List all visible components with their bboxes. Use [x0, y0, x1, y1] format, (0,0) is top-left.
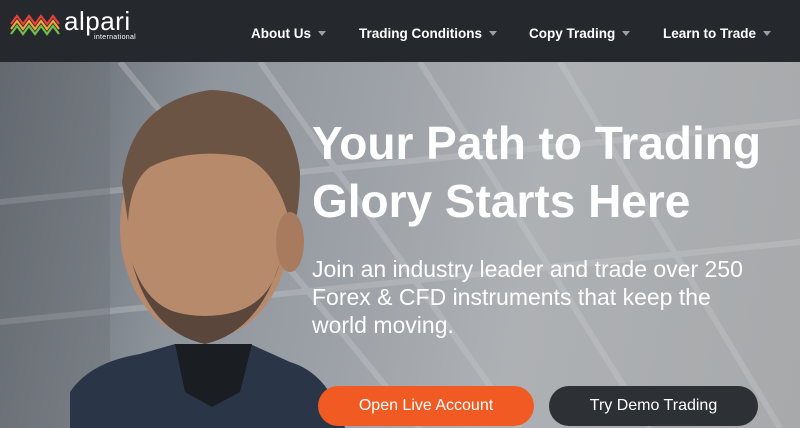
- logo-text: alpari international: [64, 8, 136, 42]
- chevron-down-icon: [763, 31, 772, 36]
- try-demo-trading-button[interactable]: Try Demo Trading: [549, 386, 758, 426]
- headline-line: Glory Starts Here: [312, 175, 691, 227]
- subtext-line: world moving.: [312, 312, 454, 338]
- headline-line: Your Path to Trading: [312, 117, 761, 169]
- nav-item-copy-trading[interactable]: Copy Trading: [529, 26, 631, 41]
- chevron-down-icon: [489, 31, 497, 36]
- open-live-account-button[interactable]: Open Live Account: [318, 386, 534, 426]
- alpari-waves-logo-icon: [10, 14, 60, 36]
- chevron-down-icon: [622, 31, 631, 36]
- logo-wordmark: alpari: [64, 6, 131, 36]
- top-header: alpari international About Us Trading Co…: [0, 0, 800, 62]
- nav-item-about-us[interactable]: About Us: [251, 26, 326, 41]
- chevron-down-icon: [318, 31, 326, 36]
- nav-item-learn-to-trade[interactable]: Learn to Trade: [663, 26, 772, 41]
- nav-item-label: Learn to Trade: [663, 26, 757, 41]
- nav-item-label: Copy Trading: [529, 26, 616, 41]
- hero-headline: Your Path to Trading Glory Starts Here: [312, 114, 800, 230]
- nav-item-label: About Us: [251, 26, 311, 41]
- nav-item-label: Trading Conditions: [359, 26, 482, 41]
- hero-subtext: Join an industry leader and trade over 2…: [312, 255, 800, 339]
- alpari-logo[interactable]: alpari international: [10, 8, 150, 48]
- nav-item-trading-conditions[interactable]: Trading Conditions: [359, 26, 497, 41]
- logo-subtitle: international: [94, 34, 137, 41]
- subtext-line: Join an industry leader and trade over 2…: [312, 256, 743, 282]
- subtext-line: Forex & CFD instruments that keep the: [312, 284, 711, 310]
- hero-banner: Your Path to Trading Glory Starts Here J…: [0, 62, 800, 428]
